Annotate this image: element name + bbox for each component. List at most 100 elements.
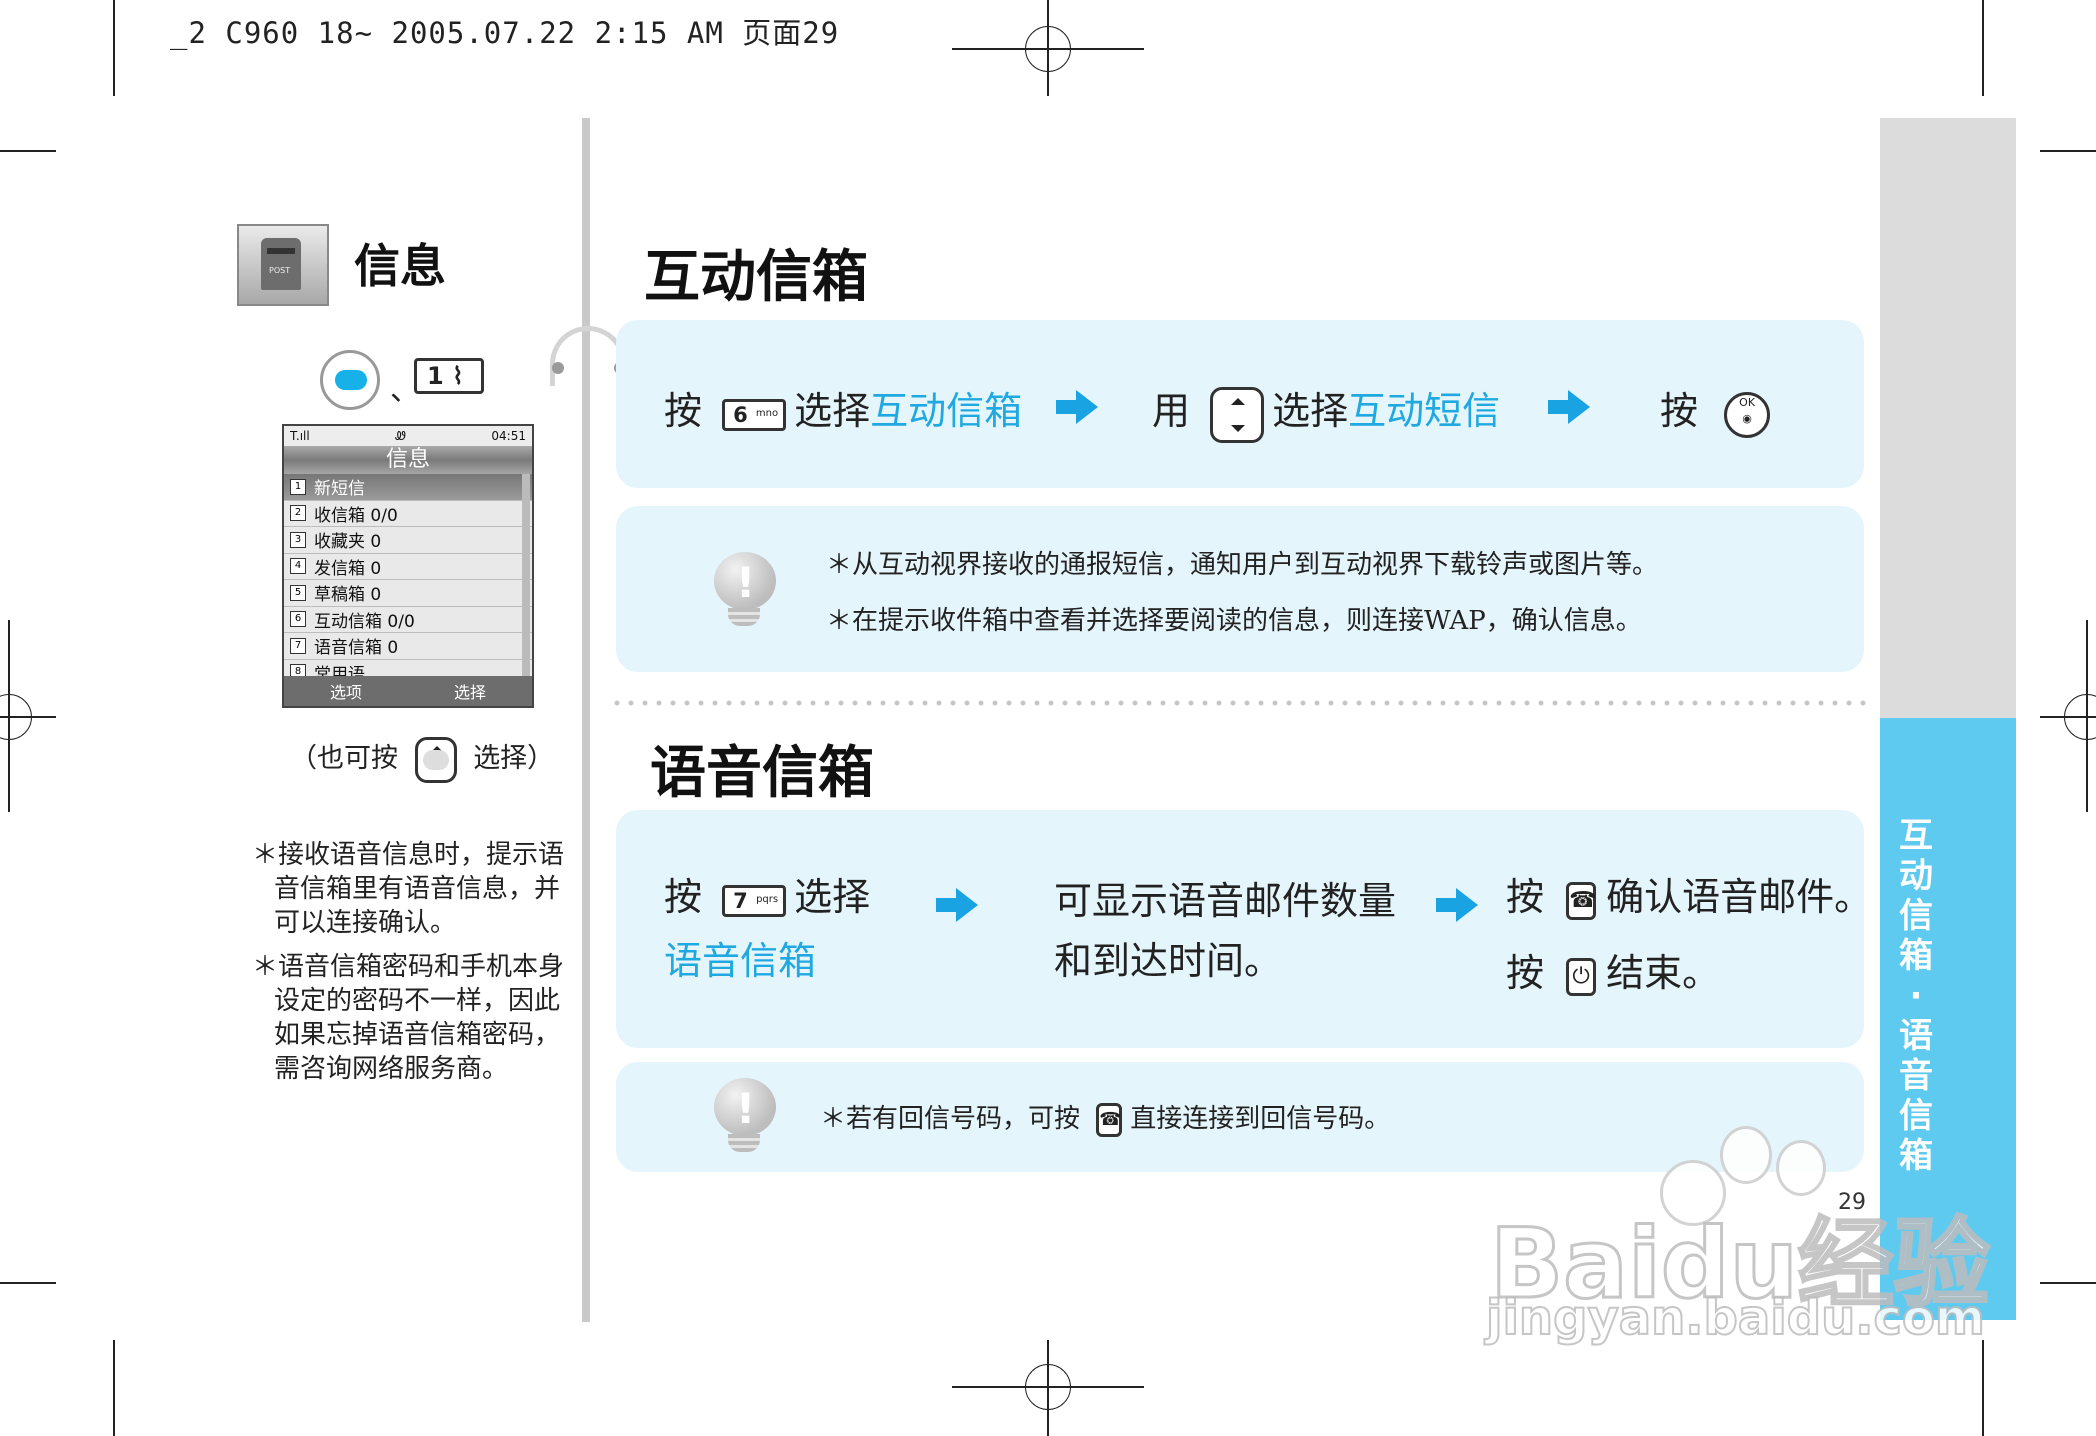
key-sublabel: pqrs	[756, 893, 779, 905]
key-label: 7	[733, 888, 748, 913]
tip-line: ＊在提示收件箱中查看并选择要阅读的信息，则连接WAP，确认信息。	[826, 606, 1642, 636]
registration-mark	[1025, 1364, 1071, 1410]
crop-mark	[2040, 1282, 2096, 1284]
step-text: 确认语音邮件。	[1606, 875, 1873, 919]
side-tab-char: 音	[1899, 1056, 1933, 1096]
step-select-label: 选择	[1272, 389, 1349, 433]
steps-panel-voicemail	[616, 810, 1864, 1048]
step-3b: 按 ⏻ 结束。	[1506, 942, 1720, 997]
arrow-right-icon	[1056, 390, 1098, 424]
step-select-label: 选择	[794, 875, 871, 919]
phone-menu-item[interactable]: 3 收藏夹 0	[284, 527, 532, 554]
side-tab-char: ·	[1909, 976, 1923, 1016]
side-tab-char: 箱	[1899, 936, 1933, 976]
section-divider	[610, 700, 1870, 706]
phone-menu-item[interactable]: 5 草稿箱 0	[284, 580, 532, 607]
tip-prefix: ＊若有回信号码，可按	[820, 1104, 1081, 1134]
key-label: 1	[427, 362, 444, 390]
watermark-paw-icon	[1720, 1126, 1772, 1184]
crop-mark	[113, 1340, 115, 1436]
phone-menu-item[interactable]: 6 互动信箱 0/0	[284, 606, 532, 633]
step-use-label: 用	[1152, 389, 1191, 433]
item-label: 语音信箱 0	[314, 638, 399, 659]
phone-menu-list: 1 新短信 2 收信箱 0/0 3 收藏夹 0 4 发信箱 0 5 草稿箱 0 6 互动信箱…	[284, 474, 532, 686]
item-label: 收藏夹 0	[314, 532, 382, 553]
step-press-label: 按	[1660, 389, 1699, 433]
item-label: 新短信	[314, 479, 365, 500]
softkey-options[interactable]: 选项	[330, 679, 362, 703]
phone-menu-item[interactable]: 1 新短信	[284, 474, 532, 501]
call-key-icon: ☎	[1566, 881, 1597, 920]
lightbulb-tip-icon: !	[712, 1078, 778, 1158]
step-1: 按 6 mno 选择互动信箱	[664, 380, 1022, 435]
step-1: 按 7 pqrs 选择	[664, 866, 870, 921]
softkey-select[interactable]: 选择	[454, 679, 486, 703]
item-label: 互动信箱 0/0	[314, 611, 415, 632]
phone-menu-item[interactable]: 2 收信箱 0/0	[284, 500, 532, 527]
mailbox-icon: POST	[237, 224, 329, 306]
tips-panel-interactive	[616, 506, 1864, 672]
phone-menu-item[interactable]: 4 发信箱 0	[284, 553, 532, 580]
item-label: 草稿箱 0	[314, 585, 382, 606]
phone-menu-item[interactable]: 7 语音信箱 0	[284, 633, 532, 660]
phone-scrollbar	[522, 474, 530, 678]
column-divider	[582, 118, 590, 1322]
alarm-icon: Ꮺ	[395, 429, 406, 443]
left-notes: ＊接收语音信息时，提示语音信箱里有语音信息，并可以连接确认。 ＊语音信箱密码和手…	[252, 838, 582, 1086]
end-key-icon: ⏻	[1566, 957, 1597, 996]
crop-mark	[0, 150, 56, 152]
registration-mark	[2064, 694, 2096, 740]
side-tab-char: 语	[1899, 1016, 1933, 1056]
signal-icon: T.ıll	[290, 429, 310, 443]
step-2-line: 和到达时间。	[1054, 939, 1283, 983]
item-label: 发信箱 0	[314, 558, 382, 579]
tip-line: ＊从互动视界接收的通报短信，通知用户到互动视界下载铃声或图片等。	[826, 550, 1659, 580]
ok-key-icon: OK ◉	[1724, 391, 1771, 438]
menu-title: 信息	[354, 239, 446, 293]
side-tab-char: 箱	[1899, 1136, 1933, 1176]
tip-line: ＊若有回信号码，可按 ☎ 直接连接到回信号码。	[820, 1098, 1390, 1137]
number-1-key-icon: 1 ⌇	[414, 358, 484, 394]
step-2: 用 选择互动短信	[1152, 380, 1500, 443]
item-number: 1	[290, 478, 306, 495]
item-number: 4	[290, 558, 306, 575]
nav-updown-key-icon	[1210, 386, 1265, 443]
section-title-voicemail: 语音信箱	[650, 741, 874, 806]
crop-mark	[113, 0, 115, 96]
crop-mark	[1982, 0, 1984, 96]
registration-mark	[0, 694, 32, 740]
step-press-label: 按	[1506, 875, 1545, 919]
step-press-label: 按	[664, 389, 703, 433]
item-number: 6	[290, 611, 306, 628]
alternate-instruction: （也可按 选择）	[290, 736, 554, 783]
side-tab-char: 信	[1899, 1096, 1933, 1136]
arrow-right-icon	[936, 888, 978, 922]
phone-screen: T.ıll Ꮺ 04:51 信息 1 新短信 2 收信箱 0/0 3 收藏夹 0 4发…	[282, 424, 534, 708]
nav-up-key-icon	[414, 736, 457, 783]
step-2-line: 可显示语音邮件数量	[1054, 879, 1397, 923]
registration-mark	[1025, 26, 1071, 72]
item-label: 收信箱 0/0	[314, 505, 398, 526]
phone-clock: 04:51	[491, 429, 526, 443]
side-tab-char: 动	[1899, 856, 1933, 896]
alternate-prefix: （也可按	[290, 743, 398, 774]
item-number: 7	[290, 637, 306, 654]
crop-mark	[2040, 150, 2096, 152]
left-note: ＊接收语音信息时，提示语音信箱里有语音信息，并可以连接确认。	[252, 840, 565, 938]
lightbulb-tip-icon: !	[712, 552, 778, 632]
key-label: 6	[733, 402, 748, 427]
step-text: 结束。	[1606, 951, 1721, 995]
step-target: 互动信箱	[870, 389, 1023, 433]
phone-status-bar: T.ıll Ꮺ 04:51	[284, 426, 532, 446]
print-info: _2 C960 18~ 2005.07.22 2:15 AM 页面29	[170, 16, 840, 50]
item-number: 2	[290, 505, 306, 522]
key-sublabel: mno	[755, 407, 779, 419]
key-label: OK	[1739, 395, 1756, 409]
binder-ring	[550, 326, 626, 386]
step-3: 按 OK ◉	[1660, 380, 1771, 438]
arrow-right-icon	[1436, 888, 1478, 922]
alternate-suffix: 选择）	[473, 743, 555, 774]
side-tab-char: 信	[1899, 896, 1933, 936]
binder-ring-dot	[552, 362, 564, 374]
side-tab-gray	[1880, 118, 2016, 718]
